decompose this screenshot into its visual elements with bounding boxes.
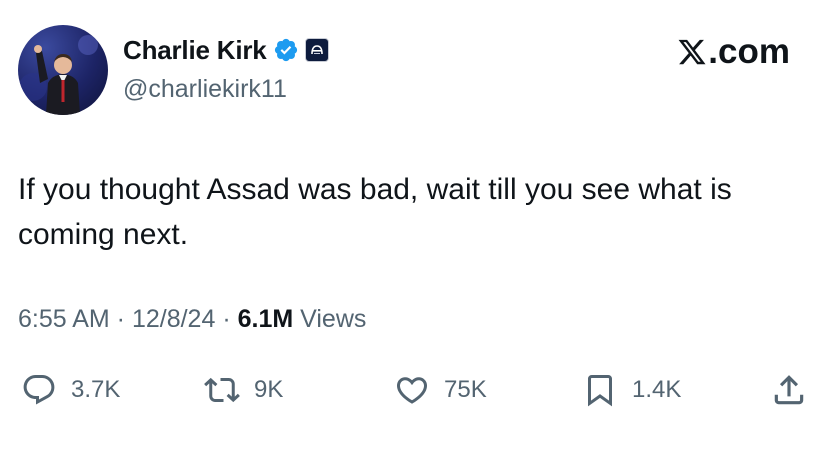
repost-count: 9K: [254, 376, 284, 403]
tweet-date[interactable]: 12/8/24: [132, 305, 215, 333]
tweet-text: If you thought Assad was bad, wait till …: [18, 173, 732, 251]
x-logo-icon: [678, 39, 706, 65]
bookmark-button[interactable]: 1.4K: [582, 368, 681, 412]
avatar-image: [19, 35, 98, 115]
tweet-time[interactable]: 6:55 AM: [18, 305, 110, 333]
verified-badge-icon[interactable]: [273, 37, 299, 63]
avatar[interactable]: [18, 25, 108, 115]
reply-button[interactable]: 3.7K: [21, 368, 120, 412]
author-display-name[interactable]: Charlie Kirk: [123, 35, 267, 66]
share-button[interactable]: [770, 371, 808, 414]
author-handle[interactable]: @charliekirk11: [123, 75, 287, 104]
views-count: 6.1M: [237, 305, 294, 333]
heart-icon: [396, 377, 428, 404]
reply-icon: [23, 375, 55, 405]
views-label: Views: [293, 305, 367, 333]
meta-separator: ·: [109, 305, 132, 333]
tweet-meta: 6:55 AM · 12/8/24 · 6.1M Views: [18, 305, 366, 334]
bookmark-count: 1.4K: [632, 376, 682, 403]
author-name-row: Charlie Kirk: [123, 33, 329, 67]
repost-button[interactable]: 9K: [204, 368, 283, 412]
like-count: 75K: [444, 376, 487, 403]
affiliate-badge-icon[interactable]: [304, 38, 329, 62]
affiliate-logo-icon: [310, 45, 323, 55]
brand-label: .com: [708, 32, 790, 71]
reply-count: 3.7K: [71, 376, 121, 403]
action-bar: 3.7K 9K 75K 1.4K: [0, 368, 828, 412]
share-icon: [774, 375, 804, 405]
brand-watermark: .com: [677, 32, 790, 72]
bookmark-icon: [588, 375, 612, 407]
like-button[interactable]: 75K: [394, 368, 487, 412]
repost-icon: [204, 377, 240, 403]
meta-separator: ·: [215, 305, 238, 333]
